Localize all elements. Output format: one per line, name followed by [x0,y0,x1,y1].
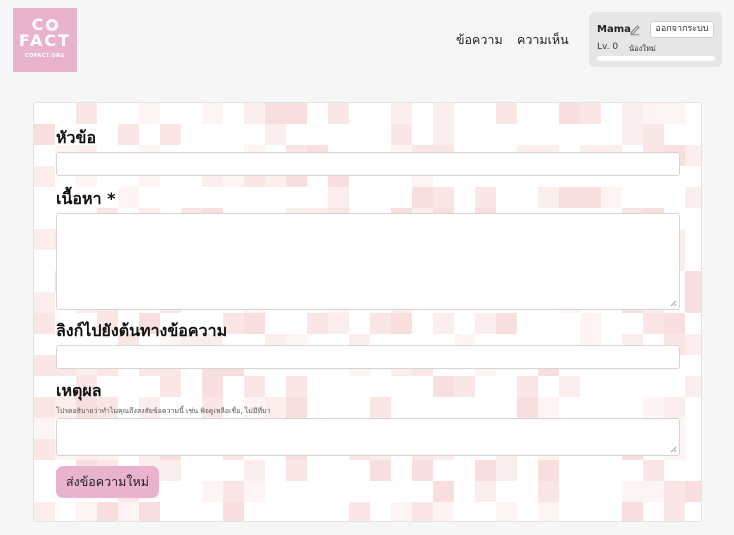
nav-posts[interactable]: ข้อความ [456,32,503,48]
content-textarea[interactable] [56,213,680,310]
title-label: หัวข้อ [56,128,97,147]
new-article-form-card: หัวข้อ เนื้อหา * ลิงก์ไปยังต้นทางข้อความ… [33,102,702,522]
reason-hint: โปรดอธิบายว่าทำไมคุณถึงสงสัยข้อความนี้ เ… [56,407,271,415]
nav-replies[interactable]: ความเห็น [517,32,569,48]
source-url-label: ลิงก์ไปยังต้นทางข้อความ [56,321,228,340]
user-level: Lv. 0 [597,42,619,52]
pencil-icon[interactable] [629,24,641,36]
user-name: Mama [597,24,631,35]
reason-label: เหตุผล [56,381,102,400]
resize-grip-icon[interactable] [670,300,677,307]
cofact-logo[interactable]: C FACT COFACT.ORG [13,8,77,72]
logo-text-fact: FACT [18,31,72,50]
resize-grip-icon[interactable] [670,446,677,453]
user-title: น้องใหม่ [629,44,656,53]
logo-text-domain: COFACT.ORG [24,53,66,59]
title-input[interactable] [56,152,680,176]
level-progress-bar [597,56,715,61]
logout-button[interactable]: ออกจากระบบ [650,21,714,38]
source-url-input[interactable] [56,345,680,369]
submit-button[interactable]: ส่งข้อความใหม่ [56,466,159,498]
content-label: เนื้อหา * [56,189,116,208]
reason-textarea[interactable] [56,418,680,456]
user-panel: Mama ออกจากระบบ Lv. 0 น้องใหม่ [589,12,722,67]
